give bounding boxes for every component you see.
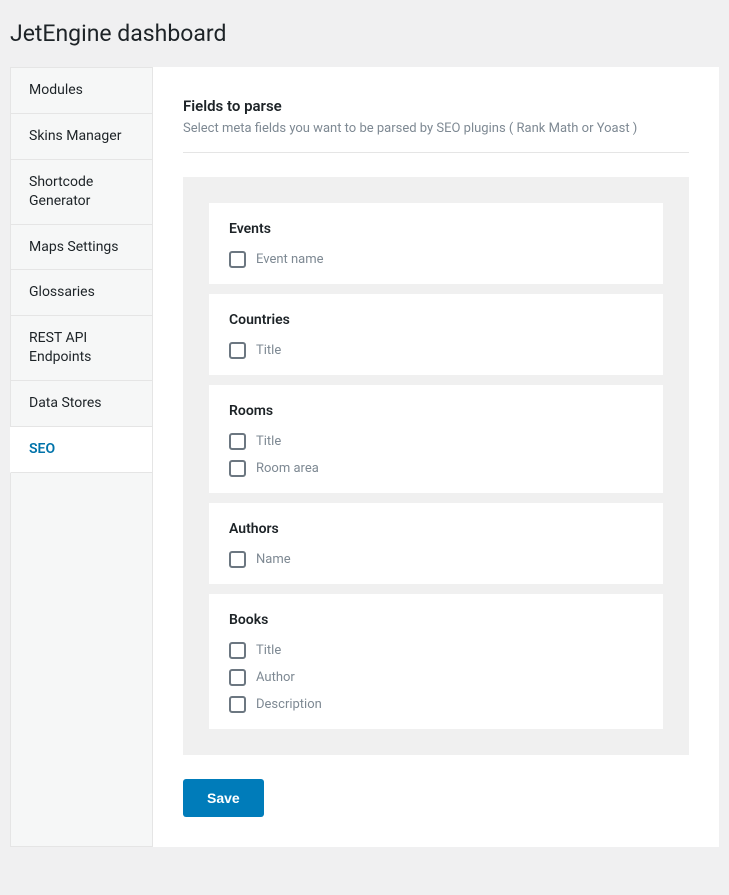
group-title: Rooms bbox=[229, 403, 643, 419]
page-title: JetEngine dashboard bbox=[0, 0, 729, 67]
sidebar-item-rest-api-endpoints[interactable]: REST API Endpoints bbox=[11, 316, 152, 381]
field-row: Room area bbox=[229, 460, 643, 477]
checkbox-event-name[interactable] bbox=[229, 251, 246, 268]
fields-panel: Events Event name Countries Title Rooms … bbox=[183, 177, 689, 755]
group-title: Events bbox=[229, 221, 643, 237]
section-description: Select meta fields you want to be parsed… bbox=[183, 121, 689, 136]
group-title: Countries bbox=[229, 312, 643, 328]
save-button[interactable]: Save bbox=[183, 779, 264, 817]
field-label: Description bbox=[256, 697, 322, 712]
checkbox-books-title[interactable] bbox=[229, 642, 246, 659]
sidebar-item-shortcode-generator[interactable]: Shortcode Generator bbox=[11, 160, 152, 225]
group-title: Authors bbox=[229, 521, 643, 537]
field-group-rooms: Rooms Title Room area bbox=[209, 385, 663, 493]
sidebar-item-maps-settings[interactable]: Maps Settings bbox=[11, 225, 152, 271]
checkbox-rooms-area[interactable] bbox=[229, 460, 246, 477]
sidebar: Modules Skins Manager Shortcode Generato… bbox=[10, 67, 153, 847]
field-label: Event name bbox=[256, 252, 324, 267]
divider bbox=[183, 152, 689, 153]
checkbox-books-description[interactable] bbox=[229, 696, 246, 713]
field-row: Title bbox=[229, 642, 643, 659]
field-row: Title bbox=[229, 342, 643, 359]
field-label: Title bbox=[256, 434, 281, 449]
sidebar-item-skins-manager[interactable]: Skins Manager bbox=[11, 114, 152, 160]
field-label: Room area bbox=[256, 461, 319, 476]
field-row: Title bbox=[229, 433, 643, 450]
field-row: Name bbox=[229, 551, 643, 568]
checkbox-rooms-title[interactable] bbox=[229, 433, 246, 450]
checkbox-countries-title[interactable] bbox=[229, 342, 246, 359]
field-group-books: Books Title Author Description bbox=[209, 594, 663, 729]
dashboard-container: Modules Skins Manager Shortcode Generato… bbox=[0, 67, 729, 847]
field-group-authors: Authors Name bbox=[209, 503, 663, 584]
field-label: Title bbox=[256, 343, 281, 358]
sidebar-item-modules[interactable]: Modules bbox=[11, 68, 152, 114]
field-row: Event name bbox=[229, 251, 643, 268]
field-group-countries: Countries Title bbox=[209, 294, 663, 375]
sidebar-item-seo[interactable]: SEO bbox=[10, 427, 152, 473]
main-content: Fields to parse Select meta fields you w… bbox=[153, 67, 719, 847]
field-row: Author bbox=[229, 669, 643, 686]
field-row: Description bbox=[229, 696, 643, 713]
field-label: Author bbox=[256, 670, 295, 685]
field-label: Name bbox=[256, 552, 291, 567]
sidebar-item-glossaries[interactable]: Glossaries bbox=[11, 270, 152, 316]
field-group-events: Events Event name bbox=[209, 203, 663, 284]
checkbox-authors-name[interactable] bbox=[229, 551, 246, 568]
checkbox-books-author[interactable] bbox=[229, 669, 246, 686]
section-title: Fields to parse bbox=[183, 97, 689, 115]
group-title: Books bbox=[229, 612, 643, 628]
field-label: Title bbox=[256, 643, 281, 658]
sidebar-item-data-stores[interactable]: Data Stores bbox=[11, 381, 152, 427]
